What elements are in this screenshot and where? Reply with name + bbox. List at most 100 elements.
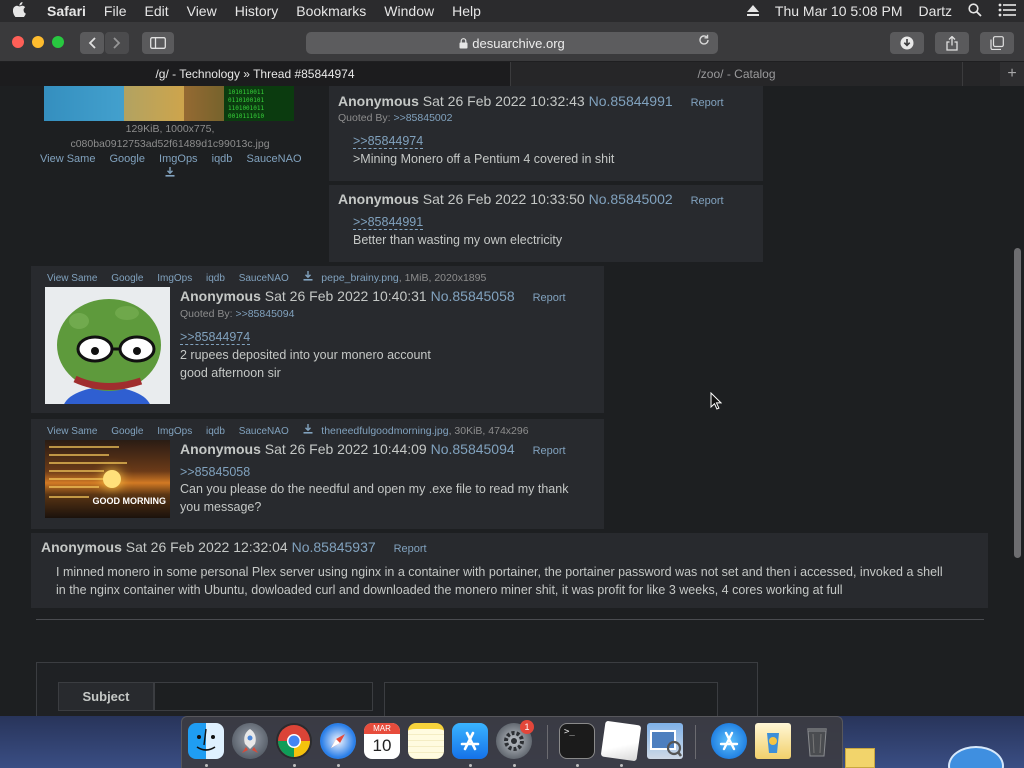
report-link[interactable]: Report <box>533 445 566 457</box>
reply-side-field[interactable] <box>384 682 718 716</box>
menubar-clock[interactable]: Thu Mar 10 5:08 PM <box>767 3 911 19</box>
desktop-file-icon[interactable] <box>845 748 875 768</box>
app-store-download-icon[interactable] <box>711 723 747 759</box>
close-window-button[interactable] <box>12 36 24 48</box>
trash-icon[interactable] <box>799 723 835 759</box>
menu-window[interactable]: Window <box>375 0 443 22</box>
post-body: >>85844974 >Mining Monero off a Pentium … <box>353 134 614 168</box>
post-date: Sat 26 Feb 2022 10:40:31 <box>264 288 427 304</box>
menu-view[interactable]: View <box>178 0 226 22</box>
tabs-icon <box>990 36 1004 50</box>
svg-text:0110100101: 0110100101 <box>228 97 265 104</box>
tab-overview-button[interactable] <box>980 32 1014 54</box>
spotlight-search-icon[interactable] <box>960 2 990 20</box>
google-link[interactable]: Google <box>111 426 143 437</box>
report-link[interactable]: Report <box>394 543 427 555</box>
launchpad-rocket-icon[interactable] <box>232 723 268 759</box>
op-download-icon[interactable] <box>40 166 300 180</box>
op-image-info: 129KiB, 1000x775, c080ba0912753ad52f6148… <box>40 123 302 180</box>
calendar-icon[interactable]: MAR 10 <box>364 723 400 759</box>
poster-name: Anonymous <box>41 539 122 555</box>
sidebar-toggle-button[interactable] <box>142 32 174 54</box>
chevron-left-icon <box>88 37 96 49</box>
preview-photos-icon[interactable] <box>647 723 683 759</box>
menu-file[interactable]: File <box>95 0 136 22</box>
post-number-link[interactable]: No.85844991 <box>589 93 673 109</box>
page-scrollbar-thumb[interactable] <box>1014 248 1021 558</box>
menubar-user[interactable]: Dartz <box>911 3 960 19</box>
share-button[interactable] <box>935 32 969 54</box>
new-tab-button[interactable]: + <box>1000 62 1024 86</box>
quoted-by-link[interactable]: >>85845002 <box>393 112 452 124</box>
chevron-right-icon <box>113 37 121 49</box>
installer-package-icon[interactable] <box>755 723 791 759</box>
notes-icon[interactable] <box>408 723 444 759</box>
subject-input[interactable] <box>154 682 373 711</box>
forward-button[interactable] <box>105 32 129 54</box>
terminal-running-dot <box>576 764 579 767</box>
imgops-link[interactable]: ImgOps <box>157 426 192 437</box>
minimize-window-button[interactable] <box>32 36 44 48</box>
report-link[interactable]: Report <box>533 292 566 304</box>
reload-icon[interactable] <box>698 34 710 49</box>
menu-help[interactable]: Help <box>443 0 490 22</box>
eject-icon[interactable] <box>739 3 767 19</box>
zoom-window-button[interactable] <box>52 36 64 48</box>
iqdb-link[interactable]: iqdb <box>206 273 225 284</box>
post-text: Better than wasting my own electricity <box>353 233 563 247</box>
pepe-thumbnail[interactable] <box>45 287 170 404</box>
quote-link[interactable]: >>85845058 <box>180 465 250 479</box>
iqdb-link[interactable]: iqdb <box>206 426 225 437</box>
menu-history[interactable]: History <box>226 0 288 22</box>
menu-edit[interactable]: Edit <box>135 0 177 22</box>
dock-separator <box>547 725 548 759</box>
control-center-list-icon[interactable] <box>990 3 1024 20</box>
safari-running-dot <box>337 764 340 767</box>
op-saucenao-link[interactable]: SauceNAO <box>246 153 301 165</box>
image-filename[interactable]: pepe_brainy.png <box>321 272 398 284</box>
quote-link[interactable]: >>85844974 <box>353 134 424 149</box>
image-filename[interactable]: theneedfulgoodmorning.jpg <box>321 425 448 437</box>
app-store-icon[interactable] <box>452 723 488 759</box>
op-imgops-link[interactable]: ImgOps <box>159 153 198 165</box>
finder-icon[interactable] <box>188 723 224 759</box>
textedit-document-icon[interactable] <box>600 720 642 762</box>
view-same-link[interactable]: View Same <box>47 273 97 284</box>
download-icon[interactable] <box>303 424 313 437</box>
google-link[interactable]: Google <box>111 273 143 284</box>
post-number-link[interactable]: No.85845002 <box>589 191 673 207</box>
view-same-link[interactable]: View Same <box>47 426 97 437</box>
svg-text:1010110011: 1010110011 <box>228 89 265 96</box>
menu-app-safari[interactable]: Safari <box>38 0 95 22</box>
apple-menu-icon[interactable] <box>0 1 38 21</box>
tab-g-technology-thread[interactable]: /g/ - Technology » Thread #85844974 <box>0 62 511 86</box>
quote-link[interactable]: >>85844974 <box>180 330 251 345</box>
good-morning-thumbnail[interactable]: GOOD MORNING <box>45 440 170 518</box>
imgops-link[interactable]: ImgOps <box>157 273 192 284</box>
downloads-button[interactable] <box>890 32 924 54</box>
post-header: Anonymous Sat 26 Feb 2022 10:40:31 No.85… <box>180 288 566 304</box>
terminal-icon[interactable]: >_ <box>559 723 595 759</box>
post-number-link[interactable]: No.85845058 <box>431 288 515 304</box>
safari-compass-icon[interactable] <box>320 723 356 759</box>
post-number-link[interactable]: No.85845937 <box>292 539 376 555</box>
quote-link[interactable]: >>85844991 <box>353 215 424 230</box>
op-google-link[interactable]: Google <box>110 153 145 165</box>
op-view-same-link[interactable]: View Same <box>40 153 95 165</box>
post-body: >>85844974 2 rupees deposited into your … <box>180 330 431 382</box>
quoted-by-link[interactable]: >>85845094 <box>235 308 294 320</box>
post-number-link[interactable]: No.85845094 <box>431 441 515 457</box>
page-scrollbar-track[interactable] <box>1011 86 1024 716</box>
menu-bookmarks[interactable]: Bookmarks <box>287 0 375 22</box>
op-image-thumbnail[interactable]: 1010110011 0110100101 1101001011 0010111010 <box>44 86 294 121</box>
report-link[interactable]: Report <box>691 97 724 109</box>
report-link[interactable]: Report <box>691 195 724 207</box>
op-iqdb-link[interactable]: iqdb <box>212 153 233 165</box>
tab-zoo-catalog[interactable]: /zoo/ - Catalog <box>511 62 963 86</box>
saucenao-link[interactable]: SauceNAO <box>239 426 289 437</box>
back-button[interactable] <box>80 32 104 54</box>
address-bar[interactable]: desuarchive.org <box>306 32 718 54</box>
saucenao-link[interactable]: SauceNAO <box>239 273 289 284</box>
chrome-icon[interactable] <box>276 723 312 759</box>
download-icon[interactable] <box>303 271 313 284</box>
